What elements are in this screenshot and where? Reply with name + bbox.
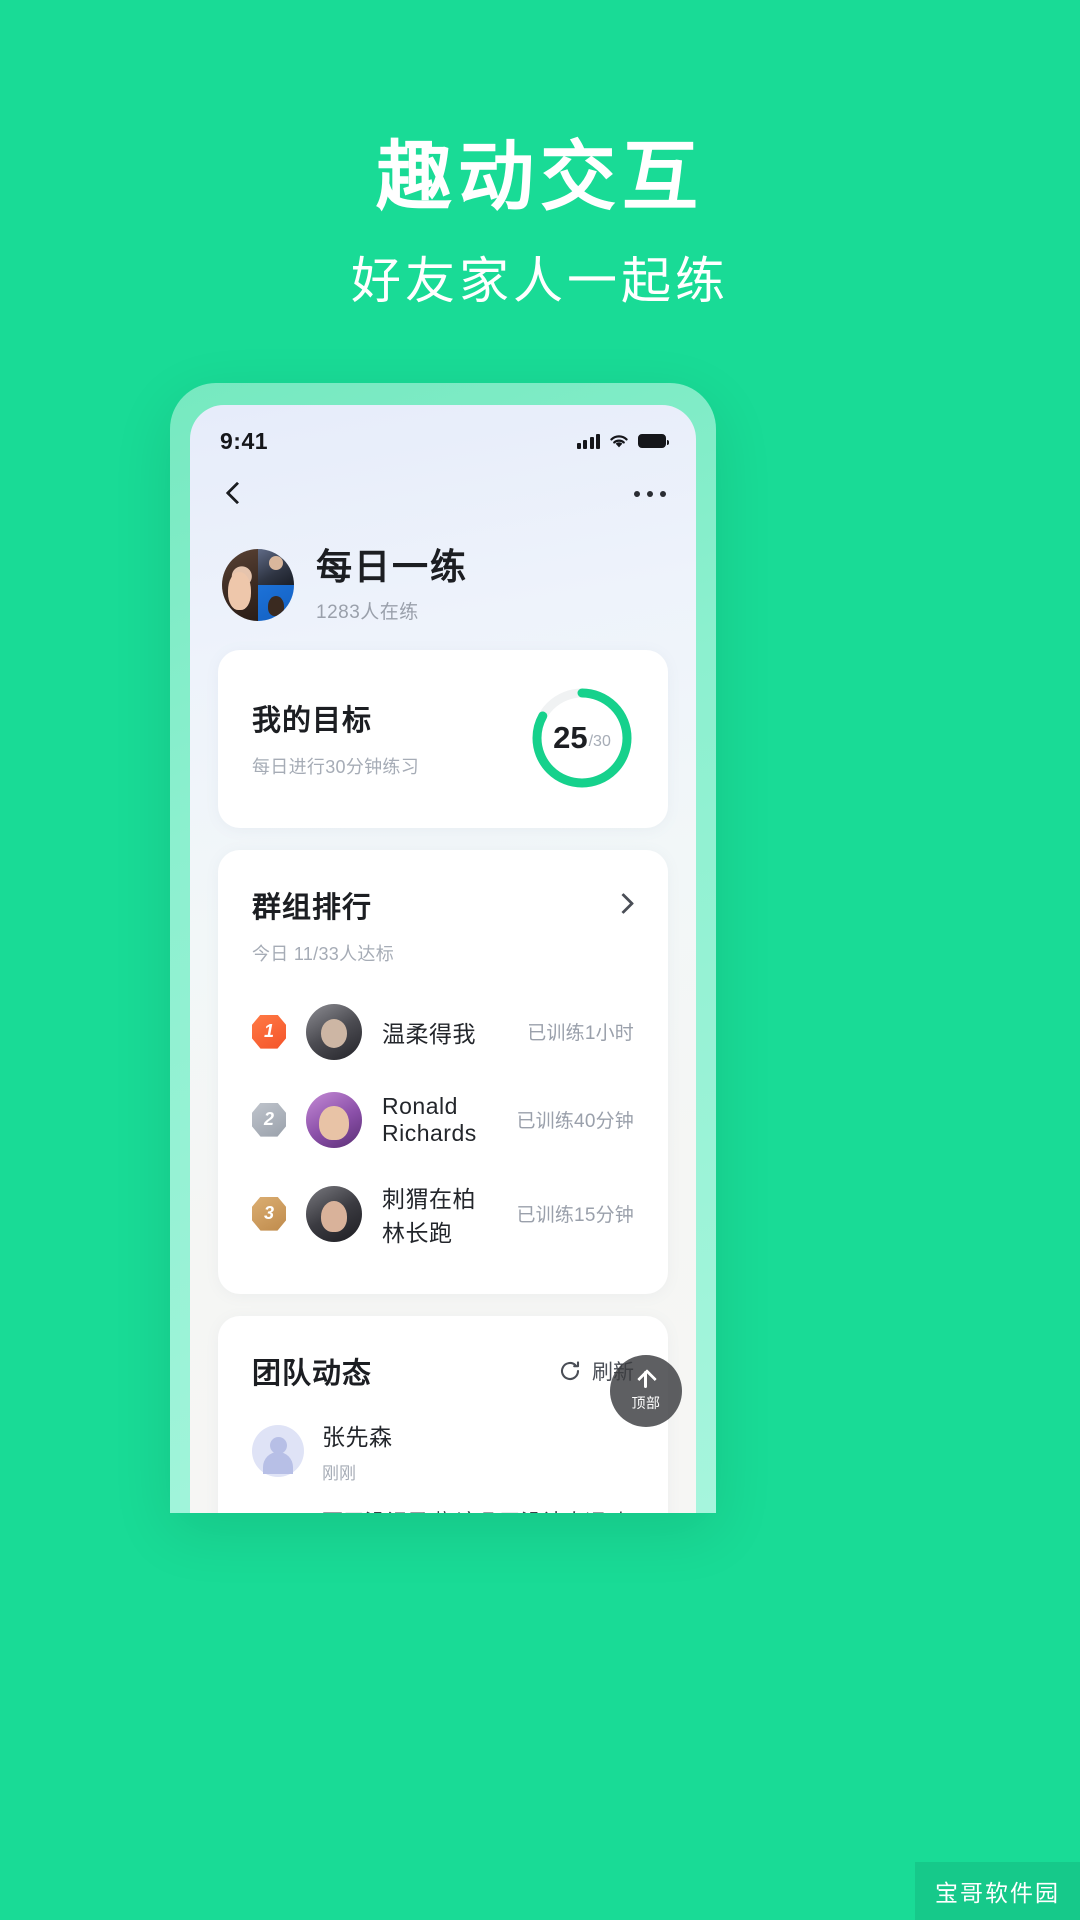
phone-screen: 9:41 每日一练 1283人在练 我的目标 每日进行30分钟练习 25 /30… [190,405,696,1513]
feed-card: 团队动态 刷新 张先森刚刚两天没记录啦 这几天没认真运动 也没好好吃饭 但是积攒… [218,1315,668,1513]
list-item[interactable]: 张先森刚刚两天没记录啦 这几天没认真运动 也没好好吃饭 但是积攒了超级超级多的快… [218,1392,668,1513]
goal-progress-value: 25 [553,719,588,755]
rank-member-duration: 已训练40分钟 [516,1111,634,1133]
post-author: 张先森 [322,1423,393,1450]
rank-member-name: 刺猬在柏林长跑 [382,1185,476,1246]
promo-headline: 趣动交互 好友家人一起练 [0,135,1080,309]
rank-list: 1 温柔得我 已训练1小时 2 Ronald Richards 已训练40分钟 3 刺猬在柏林… [218,966,668,1294]
feed-title: 团队动态 [252,1357,373,1390]
group-title: 每日一练 [316,546,469,587]
rank-title: 群组排行 [252,891,373,924]
avatar [252,1424,304,1477]
rank-member-duration: 已训练15分钟 [516,1205,634,1227]
wifi-icon [609,434,629,449]
page-subtitle: 好友家人一起练 [351,253,729,309]
status-time: 9:41 [220,427,269,454]
nav-bar [190,463,696,525]
post-header: 张先森 刚刚 [252,1418,634,1484]
scroll-to-top-label: 顶部 [631,1395,661,1411]
status-bar: 9:41 [190,405,696,463]
avatar [306,1185,362,1242]
goal-card[interactable]: 我的目标 每日进行30分钟练习 25 /30 [218,649,668,828]
chevron-right-icon[interactable] [612,892,634,914]
group-member-count: 1283人在练 [316,601,419,623]
post-author-block: 张先森 刚刚 [322,1418,393,1484]
feed-list: 张先森刚刚两天没记录啦 这几天没认真运动 也没好好吃饭 但是积攒了超级超级多的快… [218,1392,668,1513]
table-row[interactable]: 3 刺猬在柏林长跑 已训练15分钟 [252,1164,634,1264]
rank-badge: 2 [252,1102,286,1137]
post-time: 刚刚 [322,1463,356,1483]
rank-header-text: 群组排行 今日 11/33人达标 [252,884,394,966]
goal-text: 我的目标 每日进行30分钟练习 [252,697,419,779]
post-body: 两天没记录啦 这几天没认真运动 也没好好吃饭 但是积攒了超级超级多的快乐！！ [252,1484,634,1513]
goal-progress-total: /30 [588,733,611,751]
rank-member-name: 温柔得我 [382,1020,476,1047]
rank-badge: 3 [252,1196,286,1231]
rank-member-name: Ronald Richards [382,1092,477,1146]
group-header: 每日一练 1283人在练 [190,525,696,650]
rank-subtitle: 今日 11/33人达标 [252,943,395,964]
goal-subtitle: 每日进行30分钟练习 [252,756,420,777]
watermark: 宝哥软件园 [915,1862,1080,1920]
rank-header[interactable]: 群组排行 今日 11/33人达标 [218,850,668,966]
table-row[interactable]: 1 温柔得我 已训练1小时 [252,988,634,1076]
avatar [306,1091,362,1148]
chevron-left-icon[interactable] [220,481,246,507]
promo-stage: 趣动交互 好友家人一起练 9:41 每日一练 1283人在练 我的目标 每日进行… [0,0,1080,1920]
more-horizontal-icon[interactable] [634,491,666,497]
cellular-signal-icon [576,433,600,449]
battery-full-icon [638,434,669,448]
phone-mockup: 9:41 每日一练 1283人在练 我的目标 每日进行30分钟练习 25 /30… [170,383,716,1513]
rank-badge: 1 [252,1014,286,1049]
avatar [306,1003,362,1060]
goal-progress-ring: 25 /30 [530,686,634,790]
status-indicators [576,433,669,449]
group-composite-avatar[interactable] [222,549,294,622]
page-title: 趣动交互 [376,135,704,220]
rank-card: 群组排行 今日 11/33人达标 1 温柔得我 已训练1小时 2 Ronald Rich… [218,849,668,1294]
arrow-up-icon [635,1369,657,1391]
table-row[interactable]: 2 Ronald Richards 已训练40分钟 [252,1076,634,1164]
rank-member-duration: 已训练1小时 [527,1023,634,1045]
scroll-to-top-button[interactable]: 顶部 [610,1355,682,1427]
goal-title: 我的目标 [252,704,373,737]
group-header-text: 每日一练 1283人在练 [316,547,468,624]
refresh-icon [558,1359,582,1383]
feed-header: 团队动态 刷新 [218,1316,668,1392]
